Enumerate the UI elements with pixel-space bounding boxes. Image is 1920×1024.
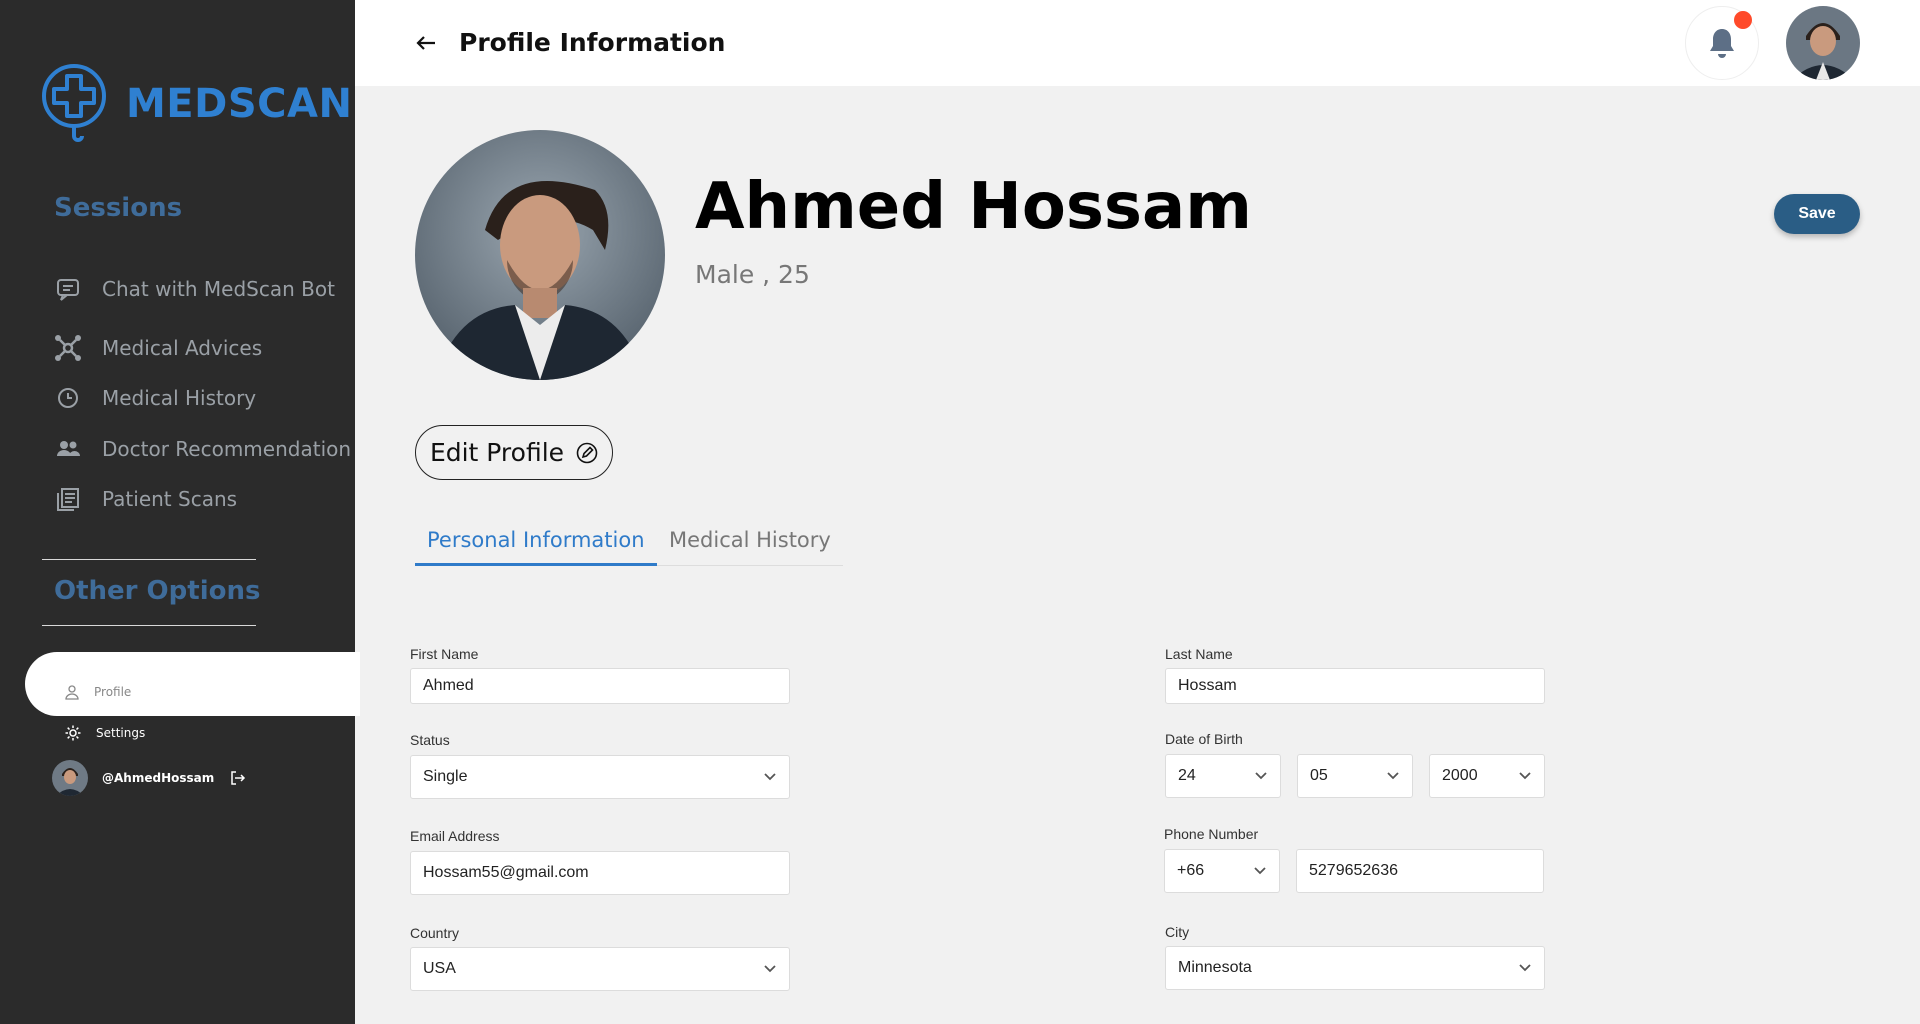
sidebar-item-label: Patient Scans — [102, 487, 238, 511]
sidebar-item-label: Doctor Recommendation — [102, 437, 352, 461]
chevron-down-icon — [764, 773, 776, 781]
profile-subtitle: Male , 25 — [695, 260, 810, 289]
sidebar-item-chat[interactable]: Chat with MedScan Bot — [54, 275, 335, 303]
country-value: USA — [423, 960, 456, 977]
logout-icon[interactable] — [228, 769, 246, 787]
sidebar-item-label: Profile — [94, 685, 132, 699]
status-label: Status — [410, 732, 450, 748]
city-label: City — [1165, 924, 1190, 940]
page-title: Profile Information — [459, 28, 726, 57]
phone-label: Phone Number — [1164, 826, 1259, 842]
logo[interactable]: MEDSCAN — [40, 62, 352, 146]
edit-profile-button[interactable]: Edit Profile — [415, 425, 613, 480]
avatar[interactable] — [52, 760, 88, 796]
gear-icon — [65, 725, 81, 741]
sidebar-item-label: Settings — [96, 726, 146, 740]
dob-day-select[interactable]: 24 — [1165, 754, 1281, 798]
edit-profile-label: Edit Profile — [429, 438, 565, 467]
profile-photo — [415, 130, 665, 380]
notification-dot — [1734, 11, 1752, 29]
network-icon — [55, 335, 81, 361]
dob-year-value: 2000 — [1442, 767, 1478, 784]
sidebar: MEDSCAN Sessions Chat with MedScan Bot M… — [0, 0, 360, 1024]
first-name-field[interactable]: Ahmed — [410, 668, 790, 704]
sidebar-item-label: Chat with MedScan Bot — [102, 277, 335, 301]
sidebar-item-profile[interactable]: Profile — [64, 684, 131, 700]
edit-icon — [576, 442, 598, 463]
email-label: Email Address — [410, 828, 500, 844]
email-value: Hossam55@gmail.com — [423, 864, 589, 881]
email-field[interactable]: Hossam55@gmail.com — [410, 851, 790, 895]
city-value: Minnesota — [1178, 959, 1252, 976]
document-icon — [57, 488, 79, 511]
dob-month-select[interactable]: 05 — [1297, 754, 1413, 798]
chevron-down-icon — [764, 965, 776, 973]
chevron-down-icon — [1254, 867, 1266, 875]
medscan-logo-icon — [42, 64, 106, 142]
dob-year-select[interactable]: 2000 — [1429, 754, 1545, 798]
chevron-down-icon — [1387, 772, 1399, 780]
status-value: Single — [423, 768, 468, 785]
first-name-label: First Name — [410, 646, 479, 662]
save-button[interactable]: Save — [1774, 194, 1860, 234]
chat-icon — [57, 279, 79, 301]
divider — [42, 559, 256, 560]
chevron-down-icon — [1255, 772, 1267, 780]
top-header: Profile Information — [355, 0, 1920, 86]
notification-button[interactable] — [1685, 6, 1759, 80]
brand-name: MEDSCAN — [126, 81, 353, 127]
last-name-field[interactable]: Hossam — [1165, 668, 1545, 704]
sidebar-item-settings[interactable]: Settings — [64, 724, 145, 742]
profile-name: Ahmed Hossam — [695, 170, 1252, 244]
dob-label: Date of Birth — [1165, 731, 1243, 747]
tab-personal-information[interactable]: Personal Information — [415, 528, 657, 566]
status-select[interactable]: Single — [410, 755, 790, 799]
clock-icon — [58, 388, 78, 408]
country-select[interactable]: USA — [410, 947, 790, 991]
users-icon — [57, 441, 80, 456]
avatar[interactable] — [1786, 6, 1860, 80]
sessions-title: Sessions — [54, 193, 183, 223]
back-arrow-icon[interactable] — [413, 30, 439, 56]
username: @AhmedHossam — [102, 771, 215, 785]
city-select[interactable]: Minnesota — [1165, 946, 1545, 990]
phone-code-value: +66 — [1177, 862, 1205, 879]
first-name-value: Ahmed — [423, 677, 474, 694]
phone-code-select[interactable]: +66 — [1164, 849, 1280, 893]
phone-number-field[interactable]: 5279652636 — [1296, 849, 1544, 893]
chevron-down-icon — [1519, 772, 1531, 780]
last-name-value: Hossam — [1178, 677, 1237, 694]
sidebar-item-medical-history[interactable]: Medical History — [54, 384, 256, 412]
sidebar-item-label: Medical History — [102, 386, 257, 410]
tab-medical-history[interactable]: Medical History — [657, 528, 843, 566]
sidebar-item-label: Medical Advices — [102, 336, 263, 360]
bell-icon — [1710, 29, 1734, 58]
phone-number-value: 5279652636 — [1309, 862, 1398, 879]
country-label: Country — [410, 925, 460, 941]
divider — [42, 625, 256, 626]
sidebar-item-doctor-recommendation[interactable]: Doctor Recommendation — [54, 435, 351, 463]
sidebar-item-patient-scans[interactable]: Patient Scans — [54, 485, 237, 513]
dob-month-value: 05 — [1310, 767, 1328, 784]
dob-day-value: 24 — [1178, 767, 1196, 784]
user-row: @AhmedHossam — [52, 760, 246, 796]
other-options-title: Other Options — [54, 576, 261, 606]
chevron-down-icon — [1519, 964, 1531, 972]
user-icon — [65, 685, 79, 700]
sidebar-item-medical-advices[interactable]: Medical Advices — [54, 334, 262, 362]
last-name-label: Last Name — [1165, 646, 1233, 662]
